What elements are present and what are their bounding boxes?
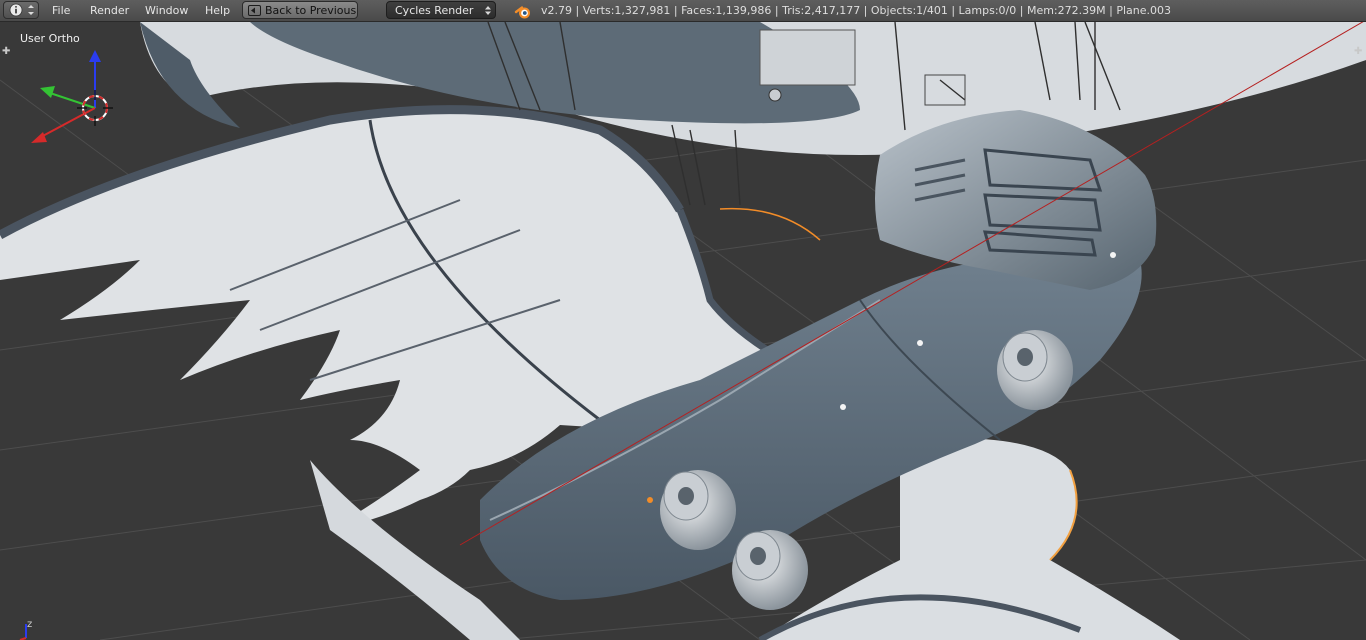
view-name-label: User Ortho [20, 32, 80, 45]
editor-type-button[interactable] [3, 1, 39, 19]
z-axis-arrow-icon [89, 50, 101, 62]
region-plus-icon-left[interactable]: ✚ [2, 46, 10, 57]
axis-gizmo[interactable] [25, 50, 120, 150]
menu-help[interactable]: Help [205, 0, 230, 21]
wheel-rear-right [732, 530, 808, 610]
3d-viewport[interactable]: User Ortho ✚ ✚ z [0, 22, 1366, 640]
region-plus-icon-right[interactable]: ✚ [1354, 46, 1362, 57]
wheel-rear-left [660, 470, 736, 550]
back-arrow-icon [248, 5, 261, 16]
menu-render[interactable]: Render [90, 0, 129, 21]
info-icon [9, 3, 34, 17]
model-render [0, 22, 1366, 640]
y-axis-arrow-icon [40, 86, 55, 98]
scene-statistics: v2.79 | Verts:1,327,981 | Faces:1,139,98… [541, 4, 1171, 17]
nose-section [875, 110, 1157, 290]
selected-edge [719, 207, 821, 241]
back-to-previous-button[interactable]: Back to Previous [242, 1, 358, 19]
back-to-previous-label: Back to Previous [265, 4, 357, 17]
mini-axis-z-label: z [27, 619, 33, 630]
render-engine-label: Cycles Render [395, 4, 474, 17]
info-header: File Render Window Help Back to Previous… [0, 0, 1366, 22]
x-axis-arrow-icon [31, 132, 47, 143]
menu-file[interactable]: File [52, 0, 70, 21]
selected-vertex [647, 497, 653, 503]
render-engine-dropdown[interactable]: Cycles Render [386, 1, 496, 19]
dropdown-arrows-icon [485, 6, 491, 15]
wheel-front [997, 330, 1073, 410]
blender-logo-icon [514, 6, 530, 19]
menu-window[interactable]: Window [145, 0, 188, 21]
